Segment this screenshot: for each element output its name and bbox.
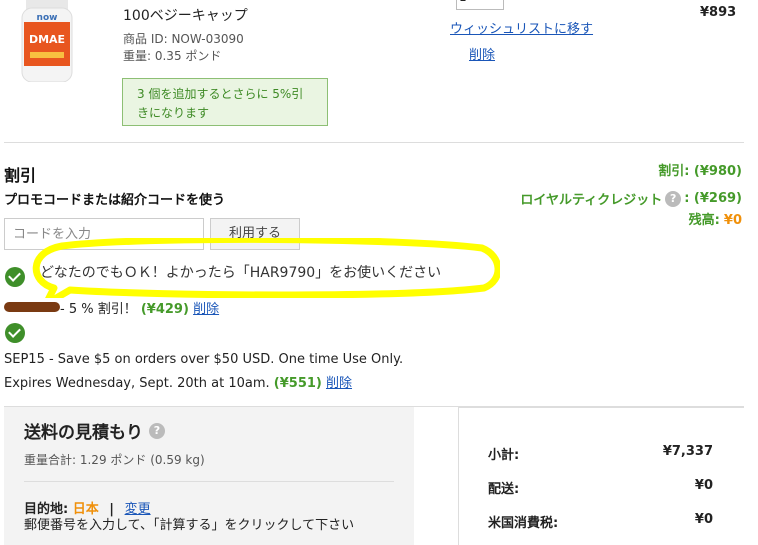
delete-item-link[interactable]: 削除: [469, 44, 495, 63]
shipping-title-text: 送料の見積もり: [24, 423, 143, 443]
coupon-2-delete-link[interactable]: 削除: [326, 376, 352, 391]
move-to-wishlist-link[interactable]: ウィッシュリストに移す: [450, 18, 593, 37]
summary-value: ¥7,337: [662, 444, 713, 459]
summary-row-sales-tax: 米国消費税: ¥0: [488, 512, 713, 531]
quantity-value: 1: [459, 0, 467, 4]
destination-row: 目的地: 日本 | 変更: [24, 498, 151, 517]
coupon-2-expiry: Expires Wednesday, Sept. 20th at 10am.: [4, 376, 270, 391]
summary-label: 配送:: [488, 482, 520, 497]
item-price: ¥893: [700, 5, 737, 20]
coupon-2-line-2: Expires Wednesday, Sept. 20th at 10am. (…: [4, 372, 352, 391]
coupon-1-delete-link[interactable]: 削除: [193, 302, 219, 317]
check-icon: [5, 323, 25, 343]
summary-label: 小計:: [488, 448, 520, 463]
summary-value: ¥0: [694, 512, 713, 527]
help-icon[interactable]: ?: [665, 190, 682, 207]
coupon-2-amount: (¥551): [273, 376, 322, 391]
destination-separator: |: [109, 502, 115, 517]
coupon-line-1: - 5 % 割引！ (¥429) 削除: [60, 298, 219, 317]
divider: [24, 481, 394, 482]
quantity-promo-note: 3 個を追加するとさらに 5%引きになります: [122, 78, 328, 126]
destination-value: 日本: [72, 502, 99, 517]
summary-label: 米国消費税:: [488, 516, 559, 531]
product-label-text: DMAE: [29, 33, 65, 46]
loyalty-credit-value: : (¥269): [684, 191, 742, 206]
shipping-estimate-heading: 送料の見積もり ?: [24, 418, 165, 443]
discount-total: 割引: (¥980): [658, 164, 742, 179]
quantity-input[interactable]: 1: [456, 0, 504, 10]
divider: [4, 142, 744, 143]
discount-heading: 割引: [4, 166, 37, 185]
balance-value: ¥0: [723, 213, 742, 228]
product-name[interactable]: 100ベジーキャップ: [123, 5, 248, 25]
coupon-2-line-1: SEP15 - Save $5 on orders over $50 USD. …: [4, 352, 404, 367]
total-weight: 重量合計: 1.29 ポンド (0.59 kg): [24, 453, 205, 467]
product-brand-text: now: [37, 13, 58, 23]
product-id: 商品 ID: NOW-03090: [123, 32, 244, 46]
product-image[interactable]: now DMAE: [20, 0, 74, 83]
balance-row: 残高: ¥0: [689, 209, 742, 228]
destination-label: 目的地:: [24, 502, 69, 517]
loyalty-credit-label: ロイヤルティクレジット: [520, 193, 663, 208]
coupon-1-amount: (¥429): [140, 302, 189, 317]
coupon-1-text: - 5 % 割引！: [60, 302, 137, 317]
zip-code-instruction: 郵便番号を入力して、「計算する」をクリックして下さい: [24, 518, 355, 533]
balance-label: 残高:: [688, 213, 720, 228]
loyalty-credit-row: ロイヤルティクレジット ? : (¥269): [520, 189, 742, 208]
summary-row-subtotal: 小計: ¥7,337: [488, 444, 713, 463]
redacted-code-mark: [4, 302, 60, 312]
promo-code-label: プロモコードまたは紹介コードを使う: [4, 193, 226, 208]
annotation-text: どなたのでもＯＫ！よかったら「HAR9790」をお使いください: [40, 265, 442, 281]
summary-value: ¥0: [694, 478, 713, 493]
product-weight: 重量: 0.35 ポンド: [123, 49, 222, 63]
help-icon[interactable]: ?: [149, 422, 165, 439]
change-destination-link[interactable]: 変更: [125, 502, 151, 517]
summary-row-shipping: 配送: ¥0: [488, 478, 713, 497]
